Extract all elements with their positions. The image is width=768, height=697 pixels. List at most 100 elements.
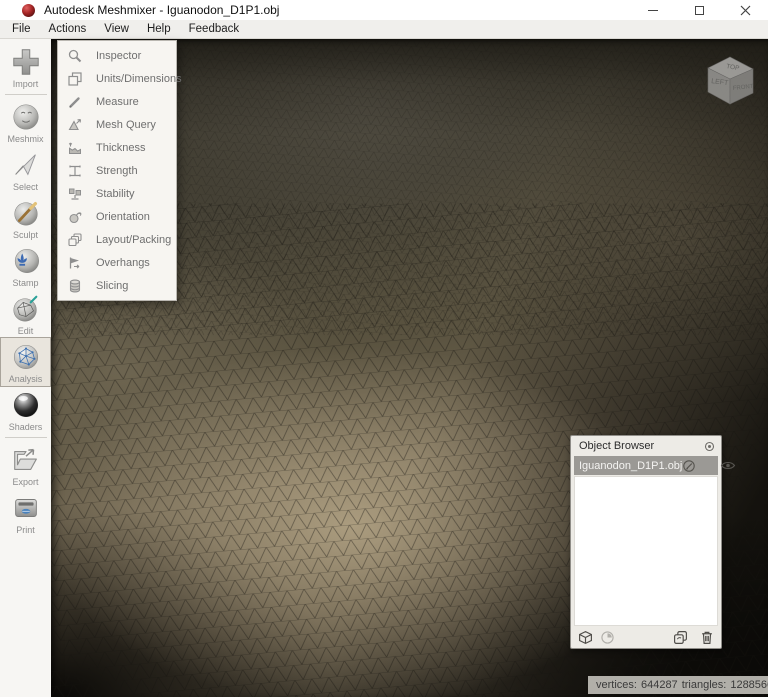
toolbar-item-analysis[interactable]: Analysis [1, 338, 50, 386]
strength-icon [67, 163, 83, 179]
toolbar-item-export[interactable]: Export [1, 441, 50, 489]
toolbar-item-edit[interactable]: Edit [1, 290, 50, 338]
edit-object-icon[interactable] [682, 459, 696, 473]
menu-item-label: Layout/Packing [96, 234, 171, 246]
select-icon [10, 149, 42, 181]
close-button[interactable] [722, 0, 768, 20]
title-bar: Autodesk Meshmixer - Iguanodon_D1P1.obj [0, 0, 768, 20]
menu-feedback[interactable]: Feedback [180, 23, 249, 35]
menu-view[interactable]: View [95, 23, 138, 35]
panel-pin-button[interactable] [704, 441, 715, 452]
maximize-button[interactable] [676, 0, 722, 20]
menu-item-label: Units/Dimensions [96, 73, 182, 85]
toolbar-item-label: Analysis [9, 374, 43, 384]
object-browser-panel: Object Browser Iguanodon_D1P1.obj [570, 435, 722, 649]
toolbar-item-sculpt[interactable]: Sculpt [1, 194, 50, 242]
toolbar-item-stamp[interactable]: Stamp [1, 242, 50, 290]
menu-item-label: Orientation [96, 211, 150, 223]
triangles-count: 1288566 [730, 679, 768, 691]
left-toolbar: Import Meshmix Select [0, 39, 51, 697]
toolbar-item-label: Sculpt [13, 230, 38, 240]
pin-icon [704, 441, 715, 452]
triangles-label: triangles: [682, 679, 727, 691]
toolbar-item-select[interactable]: Select [1, 146, 50, 194]
object-browser-toolbar [571, 626, 721, 648]
minimize-icon [648, 10, 658, 11]
object-name: Iguanodon_D1P1.obj [579, 460, 682, 472]
history-clock-icon[interactable] [600, 630, 615, 645]
import-icon [10, 46, 42, 78]
orientation-icon [67, 209, 83, 225]
menu-item-label: Slicing [96, 280, 128, 292]
export-icon [10, 444, 42, 476]
status-bar: vertices: 644287 triangles: 1288566 [588, 676, 768, 694]
menu-item-label: Mesh Query [96, 119, 156, 131]
menu-item-overhangs[interactable]: Overhangs [58, 251, 176, 274]
vertices-label: vertices: [596, 679, 637, 691]
menu-item-inspector[interactable]: Inspector [58, 44, 176, 67]
duplicate-object-icon[interactable] [673, 630, 688, 645]
toolbar-separator [5, 437, 47, 438]
menu-item-mesh-query[interactable]: Mesh Query [58, 113, 176, 136]
sculpt-icon [10, 197, 42, 229]
object-browser-header[interactable]: Object Browser [571, 436, 721, 456]
add-primitive-cube-icon[interactable] [578, 630, 593, 645]
shaders-icon [10, 389, 42, 421]
menu-item-units-dimensions[interactable]: Units/Dimensions [58, 67, 176, 90]
slicing-icon [67, 278, 83, 294]
menu-item-label: Measure [96, 96, 139, 108]
menu-actions[interactable]: Actions [40, 23, 96, 35]
window-title: Autodesk Meshmixer - Iguanodon_D1P1.obj [44, 3, 279, 17]
menu-item-slicing[interactable]: Slicing [58, 274, 176, 297]
toolbar-item-label: Export [12, 477, 38, 487]
delete-trash-icon[interactable] [700, 630, 714, 645]
toolbar-item-shaders[interactable]: Shaders [1, 386, 50, 434]
toolbar-item-import[interactable]: Import [1, 43, 50, 91]
stability-icon [67, 186, 83, 202]
analysis-menu: Inspector Units/Dimensions Measure Mesh … [57, 40, 177, 301]
menu-item-label: Strength [96, 165, 138, 177]
meshmixer-logo-icon [22, 4, 35, 17]
toolbar-separator [5, 94, 47, 95]
menu-file[interactable]: File [3, 23, 40, 35]
units-dimensions-icon [67, 71, 83, 87]
analysis-icon [10, 341, 42, 373]
view-cube[interactable]: TOP LEFT FRONT [699, 47, 763, 111]
minimize-button[interactable] [630, 0, 676, 20]
edit-icon [10, 293, 42, 325]
toolbar-item-label: Edit [18, 326, 34, 336]
close-icon [740, 5, 751, 16]
menu-item-measure[interactable]: Measure [58, 90, 176, 113]
toolbar-item-label: Print [16, 525, 35, 535]
app-window: Autodesk Meshmixer - Iguanodon_D1P1.obj … [0, 0, 768, 697]
object-list-area[interactable] [574, 476, 718, 626]
menu-item-thickness[interactable]: Thickness [58, 136, 176, 159]
menu-item-label: Overhangs [96, 257, 150, 269]
menu-item-orientation[interactable]: Orientation [58, 205, 176, 228]
menu-item-label: Thickness [96, 142, 146, 154]
menu-bar: File Actions View Help Feedback [0, 20, 768, 39]
measure-icon [67, 94, 83, 110]
menu-item-stability[interactable]: Stability [58, 182, 176, 205]
visibility-eye-icon[interactable] [720, 460, 736, 471]
layout-packing-icon [67, 232, 83, 248]
print-icon [10, 492, 42, 524]
inspector-icon [67, 48, 83, 64]
mesh-query-icon [67, 117, 83, 133]
overhangs-icon [67, 255, 83, 271]
toolbar-item-label: Select [13, 182, 38, 192]
stamp-icon [10, 245, 42, 277]
toolbar-item-label: Stamp [12, 278, 38, 288]
toolbar-item-print[interactable]: Print [1, 489, 50, 537]
menu-help[interactable]: Help [138, 23, 180, 35]
toolbar-item-label: Shaders [9, 422, 43, 432]
menu-item-layout-packing[interactable]: Layout/Packing [58, 228, 176, 251]
object-row-iguanodon[interactable]: Iguanodon_D1P1.obj [574, 456, 718, 475]
toolbar-item-meshmix[interactable]: Meshmix [1, 98, 50, 146]
toolbar-item-label: Import [13, 79, 39, 89]
menu-item-label: Stability [96, 188, 135, 200]
meshmix-icon [10, 101, 42, 133]
vertices-count: 644287 [641, 679, 678, 691]
menu-item-strength[interactable]: Strength [58, 159, 176, 182]
menu-item-label: Inspector [96, 50, 141, 62]
